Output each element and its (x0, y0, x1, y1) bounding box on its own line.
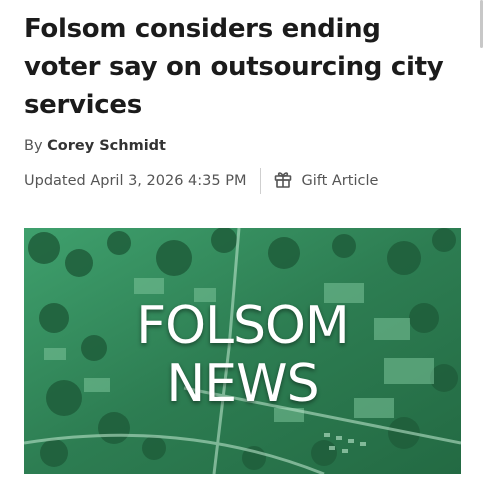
gift-article-button[interactable]: Gift Article (273, 169, 378, 193)
updated-timestamp: Updated April 3, 2026 4:35 PM (24, 173, 247, 189)
article-headline: Folsom considers ending voter say on out… (24, 14, 444, 120)
scrollbar-thumb[interactable] (480, 0, 483, 48)
gift-icon (273, 169, 301, 193)
meta-divider (260, 168, 262, 194)
scrollbar[interactable] (479, 0, 485, 500)
author-name[interactable]: Corey Schmidt (47, 138, 166, 154)
hero-title-line1: FOLSOM (136, 296, 350, 356)
gift-article-label: Gift Article (301, 173, 379, 189)
article-meta: Updated April 3, 2026 4:35 PM Gift Artic… (24, 168, 378, 194)
byline: By Corey Schmidt (24, 138, 166, 154)
byline-prefix: By (24, 138, 43, 154)
hero-image: FOLSOM NEWS (24, 228, 461, 474)
hero-title-line2: NEWS (166, 354, 319, 414)
